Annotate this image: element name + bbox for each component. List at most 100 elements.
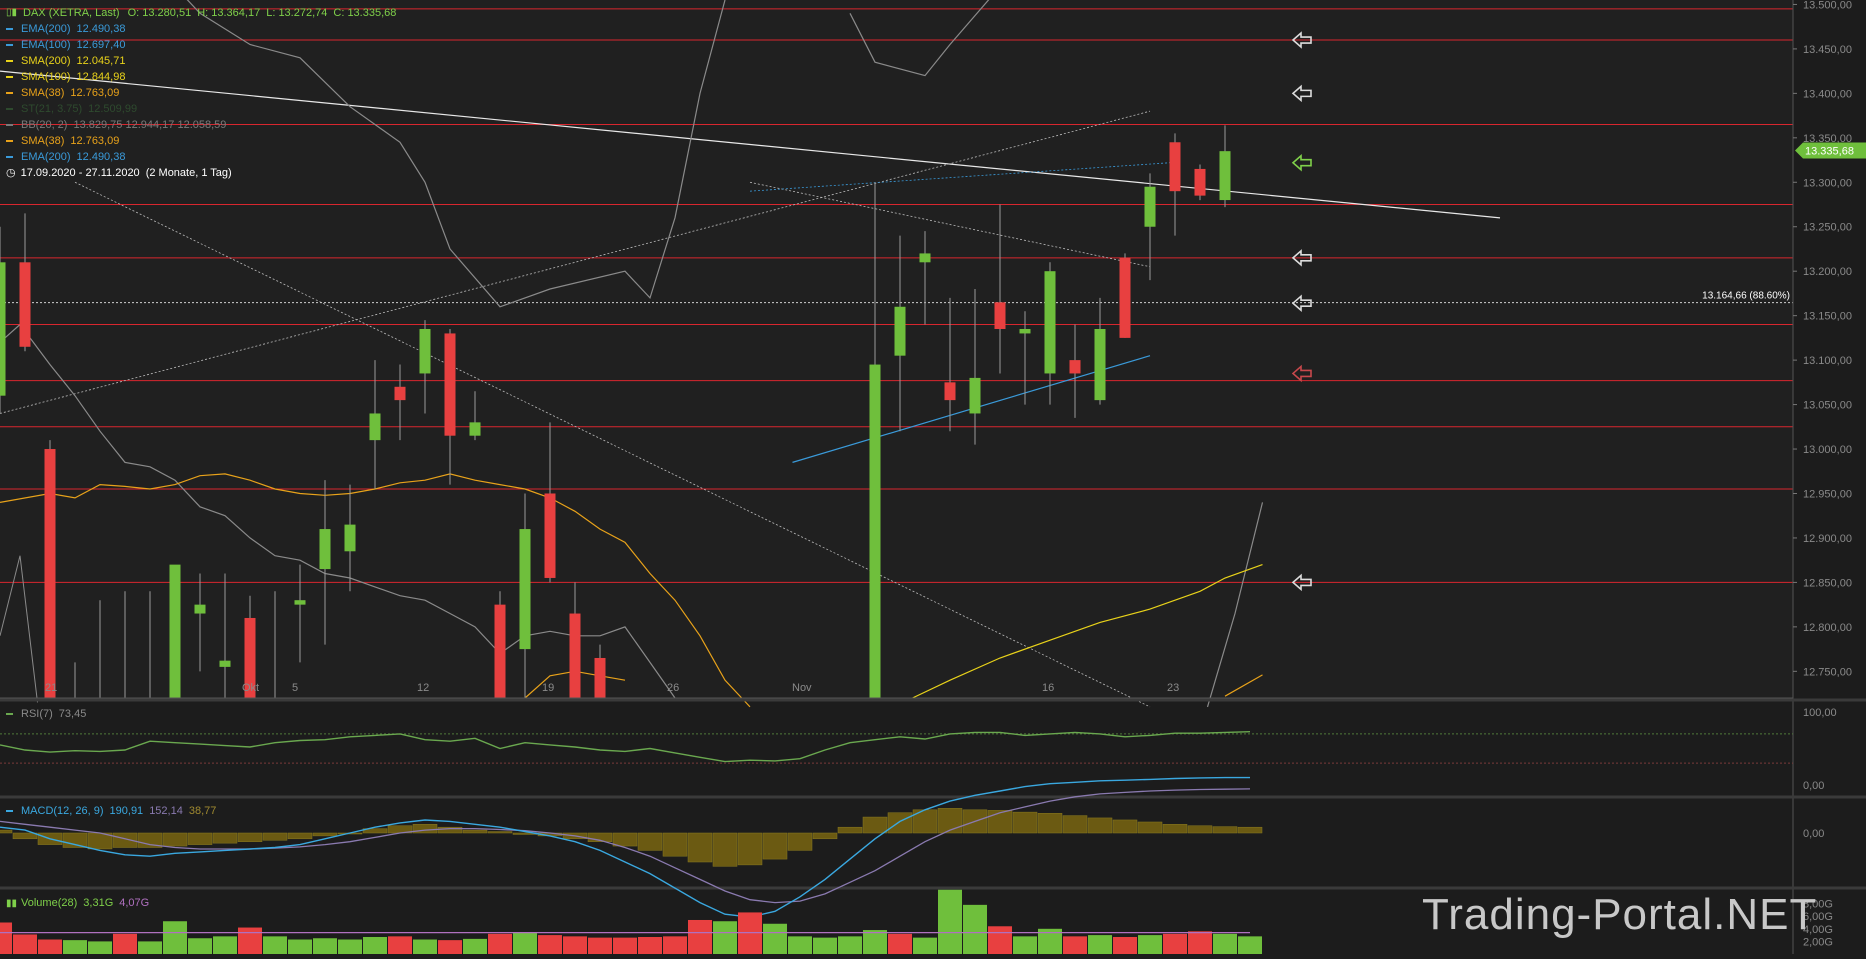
macd-hist-bar [637, 832, 663, 851]
volume-bar [1188, 931, 1212, 954]
macd-hist-bar [787, 832, 813, 851]
candle-body [169, 564, 181, 698]
macd-hist-bar [287, 832, 313, 840]
legend-row: EMA(200) 12.490,38 [6, 149, 396, 165]
macd-hist-bar [1087, 817, 1113, 834]
ohlc-o: 13.280,51 [142, 7, 192, 19]
y-tick-label: 12.800,00 [1803, 622, 1852, 634]
y-tick-label: 13.100,00 [1803, 355, 1852, 367]
volume-bar [213, 936, 237, 954]
volume-bar [138, 941, 162, 954]
volume-bar [713, 921, 737, 954]
indicator-legend: ▯▮ DAX (XETRA, Last) O: 13.280,51 H: 13.… [6, 5, 396, 181]
legend-name: SMA(38) [21, 87, 65, 99]
volume-bar [438, 940, 462, 954]
legend-value: 13.829,75 12.944,17 12.058,59 [73, 119, 227, 131]
rsi-tick-label: 0,00 [1803, 780, 1824, 792]
volume-bar [763, 923, 787, 954]
legend-value: 12.045,71 [76, 55, 126, 67]
volume-bar [1063, 936, 1087, 954]
watermark: Trading-Portal.NET [1422, 890, 1818, 939]
macd-hist-bar [0, 829, 13, 834]
volume-bar [563, 936, 587, 954]
macd-name: MACD(12, 26, 9) [21, 805, 104, 817]
rsi-name: RSI(7) [21, 708, 53, 720]
legend-swatch [6, 156, 13, 158]
volume-bar [688, 919, 712, 954]
volume-bar [113, 933, 137, 954]
macd-swatch [6, 810, 13, 812]
y-tick-label: 13.000,00 [1803, 444, 1852, 456]
y-tick-label: 13.150,00 [1803, 311, 1852, 323]
candle-body [394, 386, 406, 401]
chart-title: DAX (XETRA, Last) [23, 7, 120, 19]
volume-bar [63, 940, 87, 954]
volume-bar [163, 921, 187, 954]
volume-bar [738, 912, 762, 954]
legend-rows: EMA(200) 12.490,38 EMA(100) 12.697,40 SMA(20… [6, 21, 396, 165]
legend-name: ST(21, 3.75) [21, 103, 83, 115]
y-tick-label: 12.750,00 [1803, 666, 1852, 678]
volume-bar [313, 938, 337, 954]
ohlc-c: 13.335,68 [347, 7, 397, 19]
x-tick-label: 19 [542, 682, 554, 694]
volume-bar [13, 934, 37, 954]
volume-bar [38, 939, 62, 954]
y-tick-label: 13.400,00 [1803, 88, 1852, 100]
candle-body [1119, 257, 1131, 338]
volume-bar [638, 936, 662, 954]
candle-body [594, 657, 606, 698]
candle-body [1169, 142, 1181, 192]
legend-name: BB(20, 2) [21, 119, 68, 131]
date-range: 17.09.2020 - 27.11.2020 [20, 167, 140, 179]
macd-hist-bar [162, 832, 188, 847]
ohlc-h: 13.364,17 [211, 7, 261, 19]
ohlc-c-label: C: [333, 7, 348, 19]
y-tick-label: 12.900,00 [1803, 533, 1852, 545]
legend-row: EMA(100) 12.697,40 [6, 37, 396, 53]
candle-body [569, 613, 581, 698]
volume-bar [963, 904, 987, 954]
macd-hist-bar [1012, 811, 1038, 834]
volume-bar [788, 936, 812, 954]
legend-name: SMA(100) [21, 71, 71, 83]
candle-body [469, 422, 481, 436]
x-tick-label: 23 [1167, 682, 1179, 694]
macd-hist-bar [62, 832, 88, 848]
legend-row: EMA(200) 12.490,38 [6, 21, 396, 37]
macd-v3: 38,77 [188, 805, 217, 817]
legend-value: 12.763,09 [70, 135, 120, 147]
volume-bar [463, 938, 487, 954]
y-tick-label: 13.450,00 [1803, 44, 1852, 56]
candle-body [1194, 168, 1206, 196]
volume-bar [188, 938, 212, 954]
volume-v1: 3,31G [83, 897, 114, 909]
macd-hist-bar [762, 832, 788, 860]
macd-hist-bar [462, 829, 488, 834]
macd-hist-bar [612, 832, 638, 847]
volume-bar [888, 933, 912, 954]
macd-hist-bar [262, 832, 288, 841]
legend-name: EMA(200) [21, 151, 71, 163]
volume-bar [338, 939, 362, 954]
macd-hist-bar [1187, 825, 1213, 834]
volume-bar [0, 922, 12, 954]
macd-hist-bar [312, 832, 338, 837]
volume-bar [1113, 936, 1137, 954]
y-tick-label: 13.200,00 [1803, 266, 1852, 278]
legend-swatch [6, 28, 13, 30]
legend-row: SMA(200) 12.045,71 [6, 53, 396, 69]
volume-bar [1213, 933, 1237, 954]
chart-root: 13.164,66 (88.60%) 13.500,00 13.450,00 13.… [0, 0, 1866, 954]
candle-body [1069, 360, 1081, 374]
volume-bar [1088, 935, 1112, 954]
volume-bar [938, 889, 962, 954]
macd-hist-bar [187, 832, 213, 845]
rsi-value: 73,45 [58, 708, 87, 720]
rsi-tick-label: 100,00 [1803, 707, 1837, 719]
legend-row: ST(21, 3.75) 12.509,99 [6, 101, 396, 117]
macd-hist-bar [887, 812, 913, 834]
candle-body [894, 306, 906, 356]
legend-swatch [6, 44, 13, 46]
macd-hist-bar [737, 832, 763, 866]
